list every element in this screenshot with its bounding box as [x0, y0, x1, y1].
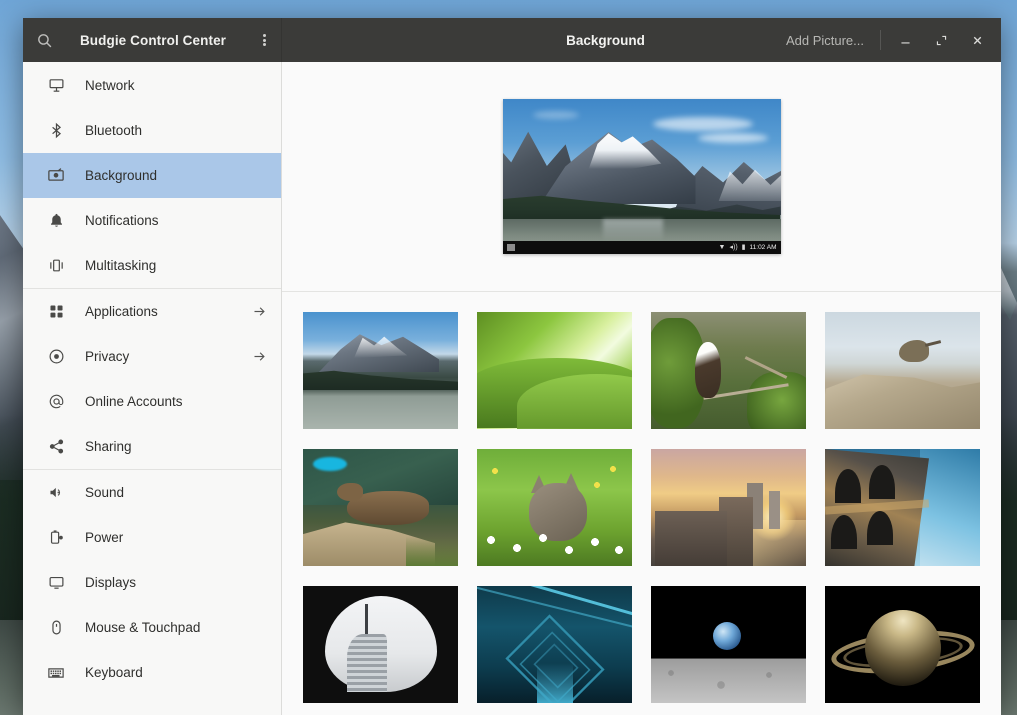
multitasking-icon [43, 257, 69, 274]
preview-reflection [602, 219, 663, 241]
at-sign-icon [43, 393, 69, 410]
preview-cloud [532, 111, 579, 119]
content-area: ▼ ◂)) ▮ 11:02 AM [282, 62, 1001, 715]
sidebar-item-label: Displays [85, 575, 137, 590]
preview-taskbar: ▼ ◂)) ▮ 11:02 AM [502, 241, 781, 254]
app-title: Budgie Control Center [79, 32, 227, 48]
background-icon [43, 167, 69, 185]
speaker-icon [43, 484, 69, 501]
arrow-right-icon [252, 304, 267, 319]
wallpaper-grid-scroll[interactable] [282, 292, 1001, 715]
wallpaper-thumbnail-saturn[interactable] [825, 586, 980, 703]
sidebar-item-online-accounts[interactable]: Online Accounts [23, 379, 281, 424]
close-icon[interactable] [959, 18, 995, 62]
sidebar-item-label: Bluetooth [85, 123, 143, 138]
sidebar-item-sound[interactable]: Sound [23, 470, 281, 515]
sidebar-item-keyboard[interactable]: Keyboard [23, 650, 281, 695]
sidebar-item-label: Mouse & Touchpad [85, 620, 201, 635]
sidebar-item-label: Applications [85, 304, 158, 319]
titlebar-left: Budgie Control Center [23, 18, 282, 62]
sidebar-item-mouse-touchpad[interactable]: Mouse & Touchpad [23, 605, 281, 650]
sidebar-item-label: Background [85, 168, 158, 183]
share-icon [43, 438, 69, 455]
sidebar-item-multitasking[interactable]: Multitasking [23, 243, 281, 288]
sidebar-item-privacy[interactable]: Privacy [23, 334, 281, 379]
sidebar-item-label: Power [85, 530, 124, 545]
keyboard-icon [43, 664, 69, 682]
sidebar-item-label: Network [85, 78, 135, 93]
wallpaper-thumbnail-mountain-lake[interactable] [303, 312, 458, 429]
add-picture-button[interactable]: Add Picture... [772, 33, 878, 48]
bluetooth-icon [43, 122, 69, 139]
wallpaper-thumbnail-city-sunrise[interactable] [651, 449, 806, 566]
volume-icon: ◂)) [729, 244, 738, 251]
sidebar-item-displays[interactable]: Displays [23, 560, 281, 605]
battery-icon: ▮ [741, 244, 746, 251]
window-body: Network Bluetooth Background Notifications M… [23, 62, 1001, 715]
privacy-icon [43, 348, 69, 365]
wallpaper-thumbnail-bird-on-rock[interactable] [825, 312, 980, 429]
sidebar-item-label: Sharing [85, 439, 132, 454]
bell-icon [43, 212, 69, 229]
sidebar-item-notifications[interactable]: Notifications [23, 198, 281, 243]
display-icon [43, 574, 69, 591]
control-center-window: Budgie Control Center Background Add Pic… [23, 18, 1001, 715]
sidebar-item-background[interactable]: Background [23, 153, 281, 198]
grid-apps-icon [43, 303, 69, 320]
sidebar-item-label: Multitasking [85, 258, 157, 273]
desktop: Budgie Control Center Background Add Pic… [0, 0, 1017, 715]
wallpaper-thumbnail-green-hills[interactable] [477, 312, 632, 429]
sidebar-item-label: Notifications [85, 213, 159, 228]
preview-area: ▼ ◂)) ▮ 11:02 AM [282, 62, 1001, 292]
desktop-preview[interactable]: ▼ ◂)) ▮ 11:02 AM [502, 99, 781, 254]
sidebar-item-sharing[interactable]: Sharing [23, 424, 281, 469]
wallpaper-thumbnail-kitten-in-daisies[interactable] [477, 449, 632, 566]
sidebar-item-network[interactable]: Network [23, 63, 281, 108]
wallpaper-thumbnail-osprey-on-branch[interactable] [651, 312, 806, 429]
maximize-icon[interactable] [923, 18, 959, 62]
wallpaper-thumbnail-otters[interactable] [303, 449, 458, 566]
wallpaper-thumbnail-blue-tunnel[interactable] [477, 586, 632, 703]
wallpaper-thumbnail-earthrise[interactable] [651, 586, 806, 703]
preview-menu-icon [506, 244, 515, 251]
wallpaper-thumbnail-tower-from-below[interactable] [303, 586, 458, 703]
titlebar: Budgie Control Center Background Add Pic… [23, 18, 1001, 62]
preview-cloud [652, 117, 753, 131]
sidebar-item-label: Keyboard [85, 665, 143, 680]
sidebar-item-applications[interactable]: Applications [23, 289, 281, 334]
sidebar-item-label: Online Accounts [85, 394, 183, 409]
preview-tray: ▼ ◂)) ▮ 11:02 AM [719, 244, 777, 251]
sidebar: Network Bluetooth Background Notifications M… [23, 62, 282, 715]
wifi-icon: ▼ [718, 244, 726, 251]
network-icon [43, 77, 69, 94]
titlebar-right: Background Add Picture... [282, 18, 1001, 62]
search-icon[interactable] [23, 18, 65, 62]
sidebar-item-bluetooth[interactable]: Bluetooth [23, 108, 281, 153]
wallpaper-thumbnail-colosseum[interactable] [825, 449, 980, 566]
minimize-icon[interactable] [887, 18, 923, 62]
mouse-icon [43, 619, 69, 636]
sidebar-item-label: Sound [85, 485, 125, 500]
battery-icon [43, 529, 69, 546]
sidebar-item-power[interactable]: Power [23, 515, 281, 560]
preview-cloud [697, 133, 768, 143]
arrow-right-icon [252, 349, 267, 364]
wallpaper-grid [282, 312, 1001, 715]
window-actions: Add Picture... [772, 18, 1001, 62]
divider [880, 30, 881, 50]
preview-clock: 11:02 AM [749, 244, 777, 251]
sidebar-item-label: Privacy [85, 349, 130, 364]
